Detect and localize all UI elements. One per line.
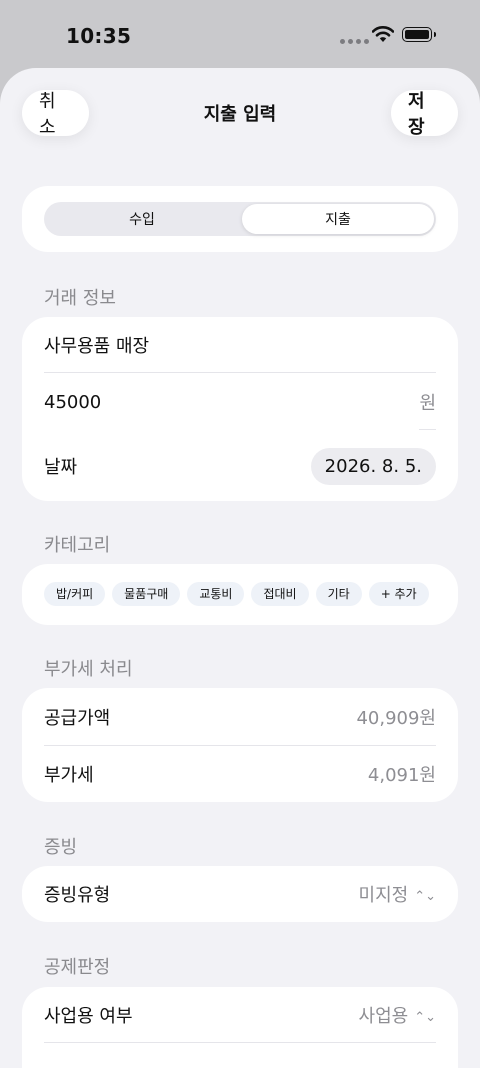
- category-chip[interactable]: 물품구매: [112, 582, 181, 606]
- battery-icon: [402, 27, 436, 42]
- supply-amount-value: 40,909원: [356, 708, 436, 729]
- transaction-info-card: 사무용품 매장 45000 원 날짜 2026. 8. 5.: [22, 317, 458, 501]
- evidence-card: 증빙유형 미지정 ⌃⌄: [22, 866, 458, 922]
- chevron-updown-icon: ⌃⌄: [414, 888, 436, 904]
- income-expense-segmented-control: 수입 지출: [44, 202, 436, 236]
- category-chip[interactable]: 접대비: [251, 582, 309, 606]
- business-use-row[interactable]: 사업용 여부 사업용 ⌃⌄: [44, 1003, 436, 1027]
- status-bar: 10:35: [0, 0, 480, 70]
- cellular-signal-icon: [340, 39, 369, 44]
- divider: [419, 429, 436, 430]
- expense-entry-sheet: 취소 지출 입력 저장 수입 지출 거래 정보 사무용품 매장 45000 원 …: [0, 68, 480, 1068]
- evidence-type-row[interactable]: 증빙유형 미지정 ⌃⌄: [44, 882, 436, 906]
- merchant-field[interactable]: 사무용품 매장: [44, 333, 436, 357]
- divider: [44, 745, 436, 746]
- business-use-label: 사업용 여부: [44, 1006, 133, 1027]
- evidence-type-select[interactable]: 미지정 ⌃⌄: [359, 881, 436, 907]
- date-row: 날짜 2026. 8. 5.: [44, 447, 436, 485]
- chevron-updown-icon: ⌃⌄: [414, 1009, 436, 1025]
- wifi-icon: [372, 26, 394, 42]
- status-time: 10:35: [66, 24, 132, 48]
- amount-unit: 원: [419, 393, 436, 414]
- section-deduction: 공제판정: [44, 957, 111, 978]
- category-chip-list: 밥/커피 물품구매 교통비 접대비 기타 + 추가: [44, 582, 436, 606]
- deduction-card: 사업용 여부 사업용 ⌃⌄: [22, 987, 458, 1068]
- date-picker[interactable]: 2026. 8. 5.: [310, 447, 436, 485]
- category-chip[interactable]: 밥/커피: [44, 582, 106, 606]
- business-use-value: 사업용: [358, 1006, 409, 1027]
- section-vat: 부가세 처리: [44, 659, 133, 680]
- segment-income[interactable]: 수입: [46, 204, 238, 234]
- vat-amount-value: 4,091원: [367, 765, 436, 786]
- supply-amount-label: 공급가액: [44, 708, 111, 729]
- evidence-type-value: 미지정: [358, 885, 409, 906]
- section-transaction-info: 거래 정보: [44, 288, 116, 309]
- vat-card: 공급가액 40,909원 부가세 4,091원: [22, 688, 458, 802]
- segment-expense[interactable]: 지출: [242, 204, 434, 234]
- save-button[interactable]: 저장: [391, 90, 458, 138]
- section-evidence: 증빙: [44, 837, 78, 858]
- category-chip[interactable]: 교통비: [187, 582, 245, 606]
- category-card: 밥/커피 물품구매 교통비 접대비 기타 + 추가: [22, 564, 458, 625]
- type-toggle-card: 수입 지출: [22, 186, 458, 252]
- merchant-value: 사무용품 매장: [44, 336, 150, 357]
- divider: [44, 372, 436, 373]
- vat-amount-row: 부가세 4,091원: [44, 762, 436, 786]
- vat-amount-label: 부가세: [44, 765, 94, 786]
- business-use-select[interactable]: 사업용 ⌃⌄: [359, 1002, 436, 1028]
- supply-amount-row: 공급가액 40,909원: [44, 705, 436, 729]
- add-category-chip[interactable]: + 추가: [368, 582, 429, 606]
- amount-field[interactable]: 45000 원: [44, 390, 436, 415]
- amount-value: 45000: [44, 391, 102, 413]
- date-label: 날짜: [44, 457, 78, 478]
- category-chip[interactable]: 기타: [315, 582, 362, 606]
- section-category: 카테고리: [44, 535, 111, 556]
- evidence-type-label: 증빙유형: [44, 885, 111, 906]
